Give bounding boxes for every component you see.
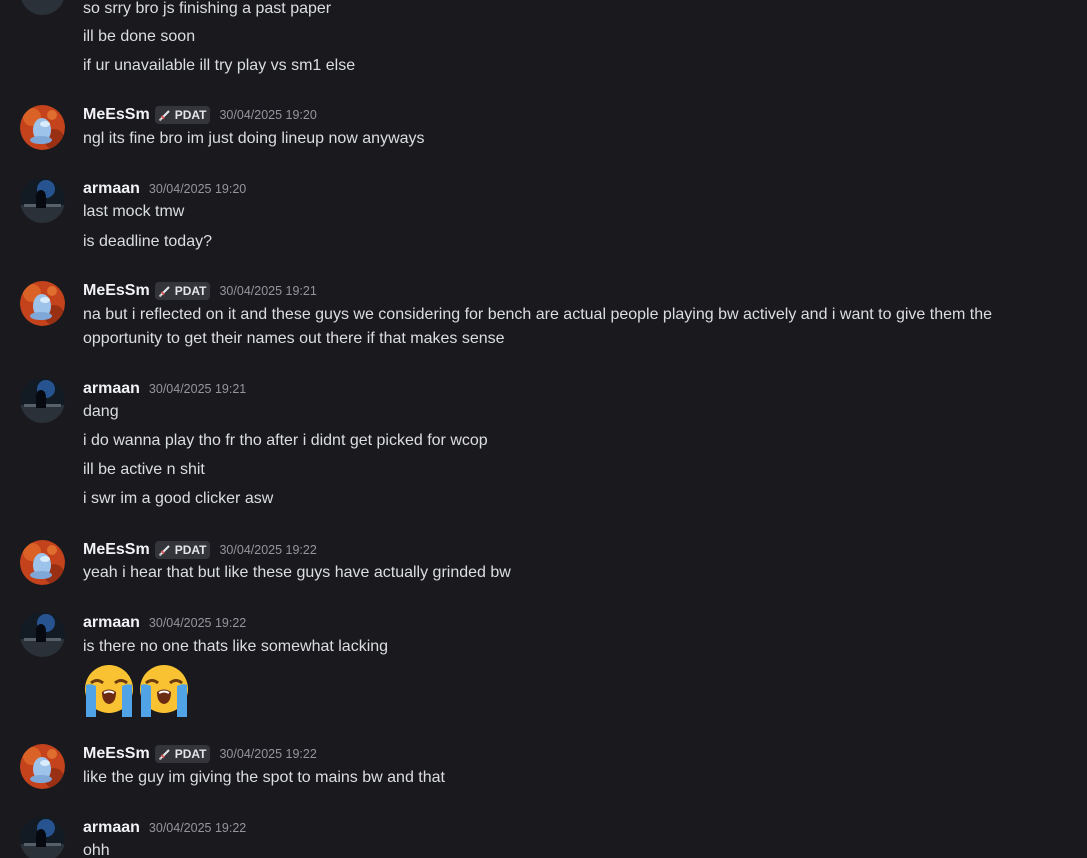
timestamp[interactable]: 30/04/2025 19:22 (149, 821, 246, 835)
message-header: MeEsSm PDAT 30/04/2025 19:20 (83, 104, 317, 126)
role-tag[interactable]: PDAT (154, 282, 211, 300)
message-line: i swr im a good clicker asw (83, 490, 274, 507)
timestamp[interactable]: 30/04/2025 19:21 (149, 382, 246, 396)
timestamp[interactable]: 30/04/2025 19:20 (219, 108, 316, 122)
message-line: is deadline today? (83, 233, 212, 250)
role-tag-label: PDAT (174, 747, 207, 761)
message-line: ill be done soon (83, 28, 196, 45)
message-line: last mock tmw (83, 203, 185, 220)
message-line: ill be active n shit (83, 461, 205, 478)
avatar[interactable] (20, 105, 65, 150)
username[interactable]: MeEsSm (83, 745, 150, 763)
avatar[interactable] (20, 0, 65, 15)
role-tag[interactable]: PDAT (154, 745, 211, 763)
message-header: MeEsSm PDAT 30/04/2025 19:21 (83, 280, 317, 302)
sword-icon (158, 747, 172, 761)
username[interactable]: MeEsSm (83, 106, 150, 124)
message-line: ohh (83, 842, 110, 858)
message-header: armaan 30/04/2025 19:22 (83, 612, 246, 634)
message-line: like the guy im giving the spot to mains… (83, 769, 445, 786)
message-header: armaan 30/04/2025 19:21 (83, 378, 246, 400)
username[interactable]: MeEsSm (83, 541, 150, 559)
avatar[interactable] (20, 178, 65, 223)
username[interactable]: armaan (83, 614, 140, 632)
role-tag-label: PDAT (174, 543, 207, 557)
loudly-crying-face-emoji[interactable] (137, 663, 191, 717)
timestamp[interactable]: 30/04/2025 19:20 (149, 182, 246, 196)
username[interactable]: MeEsSm (83, 282, 150, 300)
message-header: MeEsSm PDAT 30/04/2025 19:22 (83, 743, 317, 765)
avatar[interactable] (20, 281, 65, 326)
message-line: i do wanna play tho fr tho after i didnt… (83, 432, 488, 449)
role-tag-label: PDAT (174, 284, 207, 298)
message-line: if ur unavailable ill try play vs sm1 el… (83, 57, 356, 74)
avatar[interactable] (20, 540, 65, 585)
message-header: armaan 30/04/2025 19:20 (83, 178, 246, 200)
username[interactable]: armaan (83, 180, 140, 198)
sword-icon (158, 284, 172, 298)
chat-messages: so srry bro js finishing a past paper il… (0, 0, 1087, 858)
avatar[interactable] (20, 744, 65, 789)
timestamp[interactable]: 30/04/2025 19:21 (219, 284, 316, 298)
message-line: ngl its fine bro im just doing lineup no… (83, 130, 425, 147)
username[interactable]: armaan (83, 380, 140, 398)
timestamp[interactable]: 30/04/2025 19:22 (149, 616, 246, 630)
message-line: na but i reflected on it and these guys … (83, 306, 992, 347)
message-header: MeEsSm PDAT 30/04/2025 19:22 (83, 539, 317, 561)
message-line: yeah i hear that but like these guys hav… (83, 564, 511, 581)
message-header: armaan 30/04/2025 19:22 (83, 817, 246, 839)
avatar[interactable] (20, 612, 65, 657)
avatar[interactable] (20, 378, 65, 423)
role-tag[interactable]: PDAT (154, 541, 211, 559)
message-line: is there no one thats like somewhat lack… (83, 638, 389, 655)
role-tag[interactable]: PDAT (154, 106, 211, 124)
username[interactable]: armaan (83, 819, 140, 837)
sword-icon (158, 543, 172, 557)
avatar[interactable] (20, 817, 65, 858)
message-line: so srry bro js finishing a past paper (83, 0, 332, 17)
message-line: dang (83, 403, 119, 420)
loudly-crying-face-emoji[interactable] (82, 663, 136, 717)
message-group: armaan 30/04/2025 19:22 ohh (0, 817, 1087, 858)
sword-icon (158, 108, 172, 122)
role-tag-label: PDAT (174, 108, 207, 122)
timestamp[interactable]: 30/04/2025 19:22 (219, 543, 316, 557)
timestamp[interactable]: 30/04/2025 19:22 (219, 747, 316, 761)
